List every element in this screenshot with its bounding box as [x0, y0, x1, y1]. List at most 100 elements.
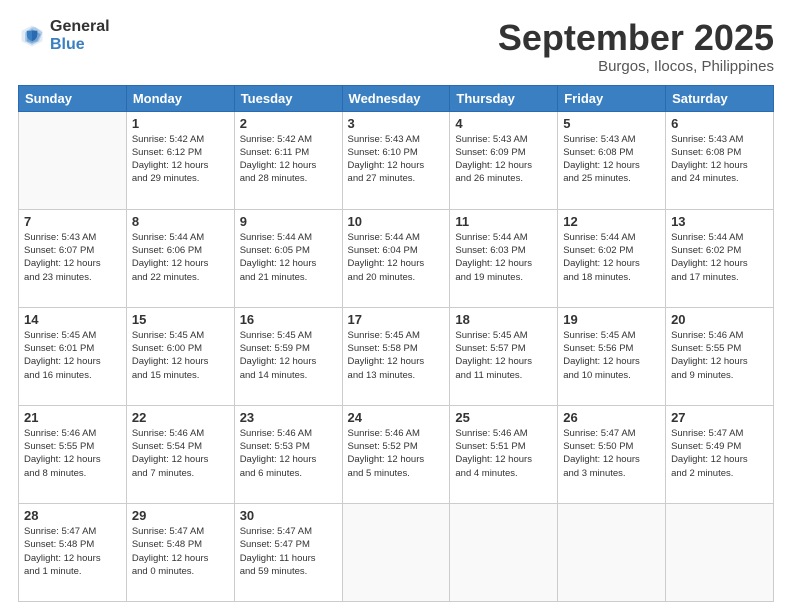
day-info: Sunrise: 5:47 AMSunset: 5:49 PMDaylight:…	[671, 427, 768, 480]
day-number: 29	[132, 508, 229, 523]
calendar-cell: 18 Sunrise: 5:45 AMSunset: 5:57 PMDayligh…	[450, 307, 558, 405]
day-info: Sunrise: 5:45 AMSunset: 6:01 PMDaylight:…	[24, 329, 121, 382]
day-info: Sunrise: 5:44 AMSunset: 6:02 PMDaylight:…	[563, 231, 660, 284]
day-info: Sunrise: 5:43 AMSunset: 6:08 PMDaylight:…	[671, 133, 768, 186]
day-info: Sunrise: 5:46 AMSunset: 5:52 PMDaylight:…	[348, 427, 445, 480]
logo-icon	[18, 22, 46, 50]
day-number: 9	[240, 214, 337, 229]
day-number: 14	[24, 312, 121, 327]
day-info: Sunrise: 5:45 AMSunset: 5:56 PMDaylight:…	[563, 329, 660, 382]
day-info: Sunrise: 5:46 AMSunset: 5:53 PMDaylight:…	[240, 427, 337, 480]
day-number: 2	[240, 116, 337, 131]
day-info: Sunrise: 5:43 AMSunset: 6:07 PMDaylight:…	[24, 231, 121, 284]
weekday-tuesday: Tuesday	[234, 85, 342, 111]
calendar-cell: 19Sunrise: 5:45 AMSunset: 5:56 PMDayligh…	[558, 307, 666, 405]
calendar-cell: 21 Sunrise: 5:46 AMSunset: 5:55 PMDayligh…	[19, 405, 127, 503]
day-number: 12	[563, 214, 660, 229]
header-right: September 2025 Burgos, Ilocos, Philippin…	[498, 18, 774, 75]
logo: General Blue	[18, 18, 110, 53]
week-row-4: 21 Sunrise: 5:46 AMSunset: 5:55 PMDayligh…	[19, 405, 774, 503]
day-number: 10	[348, 214, 445, 229]
calendar-cell: 24 Sunrise: 5:46 AMSunset: 5:52 PMDayligh…	[342, 405, 450, 503]
calendar-cell: 6 Sunrise: 5:43 AMSunset: 6:08 PMDaylight…	[666, 111, 774, 209]
calendar-cell: 16Sunrise: 5:45 AMSunset: 5:59 PMDayligh…	[234, 307, 342, 405]
calendar-cell	[666, 503, 774, 601]
calendar-page: General Blue September 2025 Burgos, Iloc…	[0, 0, 792, 612]
calendar-cell	[450, 503, 558, 601]
calendar-cell: 11 Sunrise: 5:44 AMSunset: 6:03 PMDayligh…	[450, 209, 558, 307]
day-number: 25	[455, 410, 552, 425]
day-number: 18	[455, 312, 552, 327]
calendar-cell: 2Sunrise: 5:42 AMSunset: 6:11 PMDaylight…	[234, 111, 342, 209]
day-number: 22	[132, 410, 229, 425]
calendar-cell: 30 Sunrise: 5:47 AMSunset: 5:47 PMDayligh…	[234, 503, 342, 601]
day-info: Sunrise: 5:43 AMSunset: 6:09 PMDaylight:…	[455, 133, 552, 186]
day-info: Sunrise: 5:44 AMSunset: 6:06 PMDaylight:…	[132, 231, 229, 284]
calendar-cell	[558, 503, 666, 601]
day-info: Sunrise: 5:47 AMSunset: 5:47 PMDaylight:…	[240, 525, 337, 578]
day-info: Sunrise: 5:43 AMSunset: 6:10 PMDaylight:…	[348, 133, 445, 186]
day-number: 1	[132, 116, 229, 131]
location: Burgos, Ilocos, Philippines	[498, 58, 774, 75]
top-section: General Blue September 2025 Burgos, Iloc…	[18, 18, 774, 75]
day-info: Sunrise: 5:43 AMSunset: 6:08 PMDaylight:…	[563, 133, 660, 186]
day-number: 16	[240, 312, 337, 327]
week-row-3: 14 Sunrise: 5:45 AMSunset: 6:01 PMDayligh…	[19, 307, 774, 405]
day-number: 27	[671, 410, 768, 425]
calendar-cell: 27 Sunrise: 5:47 AMSunset: 5:49 PMDayligh…	[666, 405, 774, 503]
calendar-cell: 20 Sunrise: 5:46 AMSunset: 5:55 PMDayligh…	[666, 307, 774, 405]
calendar-cell	[19, 111, 127, 209]
calendar-cell: 29 Sunrise: 5:47 AMSunset: 5:48 PMDayligh…	[126, 503, 234, 601]
weekday-sunday: Sunday	[19, 85, 127, 111]
calendar-cell: 26 Sunrise: 5:47 AMSunset: 5:50 PMDayligh…	[558, 405, 666, 503]
calendar-cell: 28Sunrise: 5:47 AMSunset: 5:48 PMDayligh…	[19, 503, 127, 601]
day-number: 4	[455, 116, 552, 131]
day-number: 20	[671, 312, 768, 327]
calendar-cell: 14 Sunrise: 5:45 AMSunset: 6:01 PMDayligh…	[19, 307, 127, 405]
day-info: Sunrise: 5:46 AMSunset: 5:55 PMDaylight:…	[671, 329, 768, 382]
day-info: Sunrise: 5:46 AMSunset: 5:55 PMDaylight:…	[24, 427, 121, 480]
day-info: Sunrise: 5:46 AMSunset: 5:51 PMDaylight:…	[455, 427, 552, 480]
calendar-cell: 8 Sunrise: 5:44 AMSunset: 6:06 PMDaylight…	[126, 209, 234, 307]
day-info: Sunrise: 5:47 AMSunset: 5:48 PMDaylight:…	[132, 525, 229, 578]
week-row-5: 28 Sunrise: 5:47 AMSunset: 5:48 PMDayligh…	[19, 503, 774, 601]
logo-text: General Blue	[50, 18, 110, 53]
day-info: Sunrise: 5:44 AMSunset: 6:03 PMDaylight:…	[455, 231, 552, 284]
calendar-cell: 17Sunrise: 5:45 AMSunset: 5:58 PMDayligh…	[342, 307, 450, 405]
weekday-saturday: Saturday	[666, 85, 774, 111]
day-info: Sunrise: 5:44 AMSunset: 6:05 PMDaylight:…	[240, 231, 337, 284]
weekday-monday: Monday	[126, 85, 234, 111]
calendar-cell: 7Sunrise: 5:43 AMSunset: 6:07 PMDaylight…	[19, 209, 127, 307]
day-info: Sunrise: 5:45 AMSunset: 5:57 PMDaylight:…	[455, 329, 552, 382]
day-info: Sunrise: 5:44 AMSunset: 6:02 PMDaylight:…	[671, 231, 768, 284]
day-number: 5	[563, 116, 660, 131]
day-number: 28	[24, 508, 121, 523]
weekday-wednesday: Wednesday	[342, 85, 450, 111]
calendar-cell: 10 Sunrise: 5:44 AMSunset: 6:04 PMDayligh…	[342, 209, 450, 307]
calendar-cell: 25 Sunrise: 5:46 AMSunset: 5:51 PMDayligh…	[450, 405, 558, 503]
logo-blue-text: Blue	[50, 36, 110, 54]
day-number: 13	[671, 214, 768, 229]
day-number: 23	[240, 410, 337, 425]
day-info: Sunrise: 5:45 AMSunset: 5:58 PMDaylight:…	[348, 329, 445, 382]
calendar-cell: 22 Sunrise: 5:46 AMSunset: 5:54 PMDayligh…	[126, 405, 234, 503]
day-info: Sunrise: 5:42 AMSunset: 6:12 PMDaylight:…	[132, 133, 229, 186]
day-number: 21	[24, 410, 121, 425]
calendar-cell: 23 Sunrise: 5:46 AMSunset: 5:53 PMDayligh…	[234, 405, 342, 503]
day-number: 6	[671, 116, 768, 131]
day-info: Sunrise: 5:46 AMSunset: 5:54 PMDaylight:…	[132, 427, 229, 480]
calendar-table: SundayMondayTuesdayWednesdayThursdayFrid…	[18, 85, 774, 602]
week-row-2: 7Sunrise: 5:43 AMSunset: 6:07 PMDaylight…	[19, 209, 774, 307]
day-number: 3	[348, 116, 445, 131]
day-info: Sunrise: 5:44 AMSunset: 6:04 PMDaylight:…	[348, 231, 445, 284]
day-number: 30	[240, 508, 337, 523]
day-info: Sunrise: 5:47 AMSunset: 5:50 PMDaylight:…	[563, 427, 660, 480]
day-number: 8	[132, 214, 229, 229]
calendar-cell: 5 Sunrise: 5:43 AMSunset: 6:08 PMDaylight…	[558, 111, 666, 209]
day-number: 15	[132, 312, 229, 327]
calendar-cell: 4 Sunrise: 5:43 AMSunset: 6:09 PMDaylight…	[450, 111, 558, 209]
calendar-cell	[342, 503, 450, 601]
day-number: 26	[563, 410, 660, 425]
day-number: 11	[455, 214, 552, 229]
day-number: 24	[348, 410, 445, 425]
